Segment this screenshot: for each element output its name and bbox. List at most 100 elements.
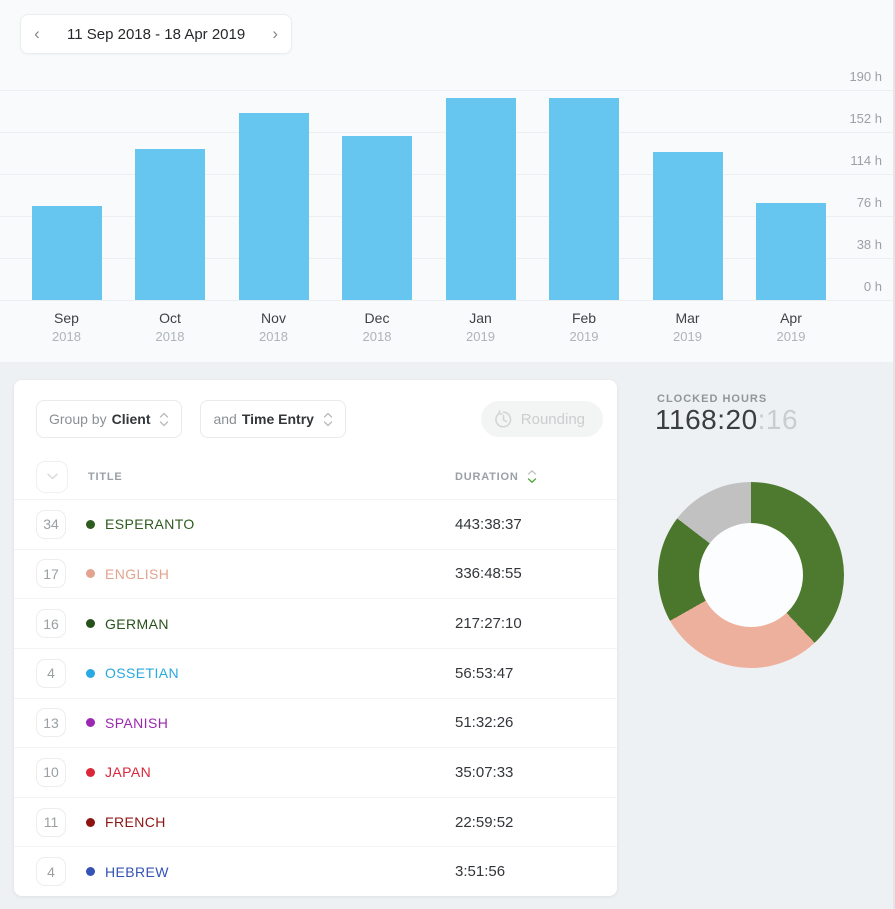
- rounding-label: Rounding: [520, 410, 585, 428]
- subgroup-value: Time Entry: [241, 411, 314, 427]
- row-count-badge: 34: [36, 509, 66, 539]
- row-duration: 22:59:52: [455, 813, 514, 831]
- row-duration: 51:32:26: [455, 714, 514, 732]
- select-all-button[interactable]: [36, 460, 68, 493]
- group-by-prefix: Group by: [49, 411, 107, 427]
- table-row[interactable]: 4 HEBREW 3:51:56: [14, 847, 617, 896]
- client-color-dot: [86, 817, 95, 827]
- clocked-hours-seconds: :16: [757, 404, 799, 435]
- bar[interactable]: [238, 113, 309, 300]
- clocked-hours-main: 1168:20: [655, 404, 758, 435]
- client-name: OSSETIAN: [86, 665, 179, 681]
- next-period-button[interactable]: ›: [259, 15, 291, 53]
- x-axis-year-label: 2019: [673, 329, 702, 344]
- x-axis-year-label: 2019: [776, 329, 806, 344]
- client-color-dot: [86, 569, 95, 579]
- grid-line: [0, 300, 895, 301]
- chevron-updown-icon: [323, 412, 333, 426]
- group-by-dropdown[interactable]: Group by Client: [36, 400, 183, 438]
- x-axis-month-label: Nov: [261, 310, 286, 326]
- table-row[interactable]: 11 FRENCH 22:59:52: [14, 798, 617, 848]
- row-duration: 443:38:37: [455, 515, 522, 533]
- y-axis-label: 152 h: [849, 111, 882, 126]
- bar[interactable]: [756, 202, 826, 300]
- column-header-duration[interactable]: DURATION: [455, 469, 595, 484]
- x-axis-year-label: 2019: [466, 329, 495, 344]
- x-axis-month-label: Sep: [54, 310, 79, 326]
- group-by-value: Client: [111, 411, 151, 427]
- x-axis-year-label: 2018: [259, 329, 288, 344]
- client-name: FRENCH: [86, 814, 166, 830]
- client-color-dot: [86, 718, 95, 728]
- bar[interactable]: [342, 136, 412, 300]
- prev-period-button[interactable]: ‹: [21, 15, 53, 53]
- bar[interactable]: [135, 148, 205, 300]
- table-row[interactable]: 13 SPANISH 51:32:26: [14, 699, 617, 749]
- column-header-duration-label: DURATION: [455, 470, 519, 483]
- client-color-dot: [86, 767, 95, 777]
- client-name: GERMAN: [86, 616, 169, 632]
- donut-hole: [699, 523, 803, 627]
- row-count-badge: 17: [36, 559, 66, 589]
- table-row[interactable]: 34 ESPERANTO 443:38:37: [14, 500, 617, 550]
- sort-icon[interactable]: [527, 469, 537, 484]
- bar[interactable]: [31, 206, 102, 300]
- donut-chart[interactable]: [658, 482, 844, 668]
- report-controls: Group by Client and Time Entry Rounding: [14, 380, 617, 454]
- row-count-badge: 4: [36, 857, 66, 887]
- row-count-badge: 16: [36, 609, 66, 639]
- bar[interactable]: [549, 97, 619, 300]
- chevron-updown-icon: [160, 412, 169, 426]
- x-axis-month-label: Apr: [780, 310, 802, 326]
- bar[interactable]: [445, 97, 516, 300]
- subgroup-dropdown[interactable]: and Time Entry: [200, 400, 346, 438]
- x-axis-month-label: Dec: [364, 310, 390, 326]
- chevron-down-icon: [46, 473, 58, 480]
- x-axis-month-label: Oct: [159, 310, 181, 326]
- column-header-title: TITLE: [88, 470, 123, 483]
- bar[interactable]: [652, 151, 723, 300]
- client-name: HEBREW: [86, 864, 169, 880]
- row-count-badge: 4: [36, 658, 66, 688]
- client-color-dot: [86, 668, 95, 678]
- y-axis-label: 0 h: [863, 279, 882, 294]
- row-duration: 217:27:10: [455, 615, 522, 633]
- date-range-picker[interactable]: ‹ 11 Sep 2018 - 18 Apr 2019 ›: [20, 14, 293, 54]
- x-axis-month-label: Mar: [675, 310, 700, 326]
- grid-line: [0, 90, 895, 91]
- rounding-clock-icon: [494, 409, 512, 428]
- table-header: TITLE DURATION: [14, 454, 617, 500]
- table-row[interactable]: 10 JAPAN 35:07:33: [14, 748, 617, 798]
- row-duration: 56:53:47: [455, 664, 514, 682]
- x-axis-year-label: 2018: [52, 329, 81, 344]
- y-axis-label: 38 h: [856, 237, 882, 252]
- client-color-dot: [86, 519, 95, 529]
- row-count-badge: 11: [36, 807, 66, 837]
- x-axis-month-label: Feb: [571, 310, 597, 326]
- y-axis-label: 114 h: [850, 153, 882, 168]
- rounding-button[interactable]: Rounding: [480, 401, 603, 437]
- client-name: SPANISH: [86, 715, 168, 731]
- clocked-hours-value: 1168:20:16: [655, 404, 798, 436]
- x-axis-month-label: Jan: [469, 310, 492, 326]
- client-color-dot: [86, 867, 95, 877]
- client-name: JAPAN: [86, 764, 151, 780]
- table-body: 34 ESPERANTO 443:38:37 17 ENGLISH 336:48:55 16…: [14, 500, 617, 896]
- bar-chart: 190 h 152 h 114 h 76 h 38 h 0 h Sep 2018 Oct 2018…: [0, 0, 895, 362]
- table-row[interactable]: 17 ENGLISH 336:48:55: [14, 550, 617, 600]
- report-card: Group by Client and Time Entry Rounding: [14, 380, 617, 896]
- bar-chart-section: 190 h 152 h 114 h 76 h 38 h 0 h Sep 2018 Oct 2018…: [0, 0, 895, 362]
- x-axis-year-label: 2019: [569, 329, 599, 344]
- y-axis-label: 190 h: [849, 69, 882, 84]
- row-duration: 35:07:33: [455, 763, 514, 781]
- client-name: ENGLISH: [86, 566, 169, 582]
- row-duration: 3:51:56: [455, 863, 506, 881]
- client-name: ESPERANTO: [86, 516, 195, 532]
- subgroup-prefix: and: [213, 411, 237, 427]
- table-row[interactable]: 4 OSSETIAN 56:53:47: [14, 649, 617, 699]
- x-axis-year-label: 2018: [362, 329, 392, 344]
- row-count-badge: 10: [36, 757, 66, 787]
- table-row[interactable]: 16 GERMAN 217:27:10: [14, 599, 617, 649]
- client-color-dot: [86, 619, 95, 629]
- date-range-label[interactable]: 11 Sep 2018 - 18 Apr 2019: [53, 26, 259, 43]
